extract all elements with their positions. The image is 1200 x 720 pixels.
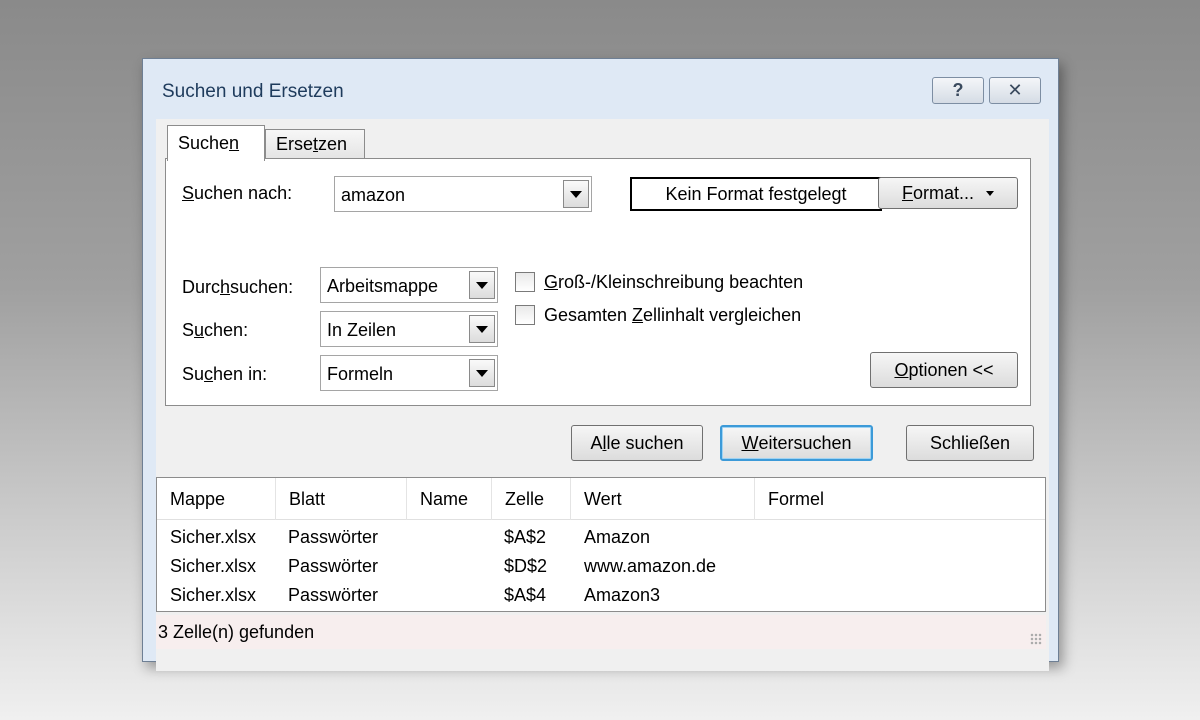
chevron-down-icon [570, 190, 582, 198]
cell-blatt: Passwörter [288, 585, 379, 605]
table-row[interactable]: Sicher.xlsx Passwörter $A$4 Amazon3 [157, 581, 1045, 610]
title-bar[interactable]: Suchen und Ersetzen ? ✕ [143, 59, 1058, 121]
cell-blatt: Passwörter [288, 556, 379, 576]
find-all-button[interactable]: Al le suchen [571, 425, 703, 461]
look-in-label: Suchen in: [182, 364, 268, 384]
cell-zelle: $D$2 [504, 556, 548, 576]
cell-zelle: $A$2 [504, 527, 547, 547]
column-header-formel[interactable]: Formel [755, 478, 1045, 520]
direction-select[interactable]: In Zeilen [320, 311, 498, 347]
column-header-zelle[interactable]: Zelle [492, 478, 571, 520]
column-header-wert[interactable]: Wert [571, 478, 755, 520]
tab-label: Suche [178, 133, 230, 153]
options-button[interactable]: Optionen << [870, 352, 1018, 388]
format-preview: Kein Format festgelegt [630, 177, 882, 211]
cell-zelle: $A$4 [504, 585, 547, 605]
format-button[interactable]: Format... [878, 177, 1018, 209]
match-case-label[interactable]: Groß-/Kleinschreibung beachten [544, 272, 803, 293]
results-list[interactable]: Mappe Blatt Name Zelle Wert Formel Siche… [156, 477, 1046, 612]
column-header-mappe[interactable]: Mappe [157, 478, 276, 520]
tab-label-accesskey: n [229, 133, 240, 153]
find-next-button[interactable]: Weitersuchen [720, 425, 873, 461]
cell-mappe: Sicher.xlsx [170, 527, 257, 547]
look-in-dropdown-button[interactable] [469, 359, 495, 387]
match-entire-label[interactable]: Gesamten Zellinhalt vergleichen [544, 305, 801, 326]
tab-label: Erse [276, 134, 314, 154]
direction-select-value: In Zeilen [327, 320, 397, 340]
tab-label: zen [318, 134, 348, 154]
status-bar: 3 Zelle(n) gefunden [156, 615, 1046, 649]
search-dropdown-button[interactable] [563, 180, 589, 208]
close-icon: ✕ [1007, 80, 1023, 100]
column-header-name[interactable]: Name [407, 478, 492, 520]
results-header: Mappe Blatt Name Zelle Wert Formel [157, 478, 1045, 520]
look-in-select[interactable]: Formeln [320, 355, 498, 391]
resize-grip-icon[interactable] [1030, 633, 1042, 645]
search-input[interactable]: amazon [334, 176, 592, 212]
direction-label: Suchen: [182, 320, 249, 340]
cell-mappe: Sicher.xlsx [170, 585, 257, 605]
column-header-blatt[interactable]: Blatt [276, 478, 407, 520]
status-text: 3 Zelle(n) gefunden [158, 621, 315, 642]
search-input-value: amazon [341, 185, 406, 205]
look-in-select-value: Formeln [327, 364, 394, 384]
tab-suchen[interactable]: Suche n [167, 125, 265, 161]
match-case-checkbox[interactable] [515, 272, 535, 292]
cell-wert: www.amazon.de [584, 556, 717, 576]
direction-dropdown-button[interactable] [469, 315, 495, 343]
table-row[interactable]: Sicher.xlsx Passwörter $D$2 www.amazon.d… [157, 552, 1045, 581]
search-label: Suchen nach: [182, 183, 293, 203]
dialog-title: Suchen und Ersetzen [162, 81, 344, 102]
chevron-down-icon [476, 281, 488, 289]
cell-mappe: Sicher.xlsx [170, 556, 257, 576]
match-entire-checkbox[interactable] [515, 305, 535, 325]
within-dropdown-button[interactable] [469, 271, 495, 299]
help-icon: ? [952, 80, 964, 100]
chevron-down-icon [476, 369, 488, 377]
tab-ersetzen[interactable]: Erse t zen [265, 129, 365, 159]
search-tab-pane: Suchen nach: amazon Kein Format festgele… [165, 158, 1031, 406]
cell-wert: Amazon3 [584, 585, 661, 605]
within-select-value: Arbeitsmappe [327, 276, 439, 296]
close-button[interactable]: Schließen [906, 425, 1034, 461]
within-select[interactable]: Arbeitsmappe [320, 267, 498, 303]
cell-blatt: Passwörter [288, 527, 379, 547]
chevron-down-icon [476, 325, 488, 333]
find-replace-dialog: Suchen und Ersetzen ? ✕ Suche n Erse t zen … [142, 58, 1059, 671]
cell-wert: Amazon [584, 527, 651, 547]
within-label: Durchsuchen: [182, 277, 294, 297]
help-button[interactable]: ? [932, 77, 984, 104]
chevron-down-icon [986, 190, 994, 196]
table-row[interactable]: Sicher.xlsx Passwörter $A$2 Amazon [157, 523, 1045, 552]
close-window-button[interactable]: ✕ [989, 77, 1041, 104]
